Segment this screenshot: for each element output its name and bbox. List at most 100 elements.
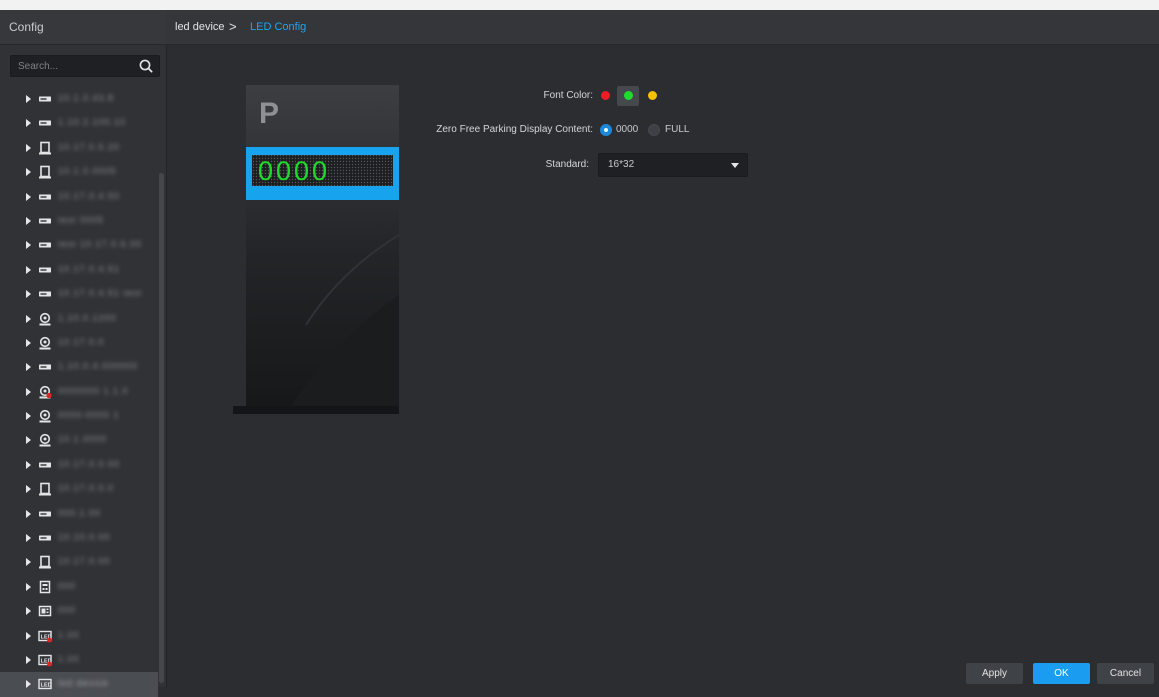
expand-arrow-icon[interactable] <box>26 241 31 250</box>
tree-node-label: 10.17.0.5.20 <box>58 141 121 152</box>
camera-icon <box>38 433 52 447</box>
access-controller-icon <box>38 555 52 569</box>
zero-free-option-0000[interactable]: 0000 <box>616 124 638 135</box>
tree-node[interactable]: LED 1.00 <box>0 648 158 672</box>
tree-node[interactable]: 10.1.0.43.8 <box>0 87 158 111</box>
breadcrumb-current: LED Config <box>250 21 307 33</box>
sidebar: Config 10.1.0.43.8 1.10.2.100.10 10.17.0.5… <box>0 10 167 697</box>
expand-arrow-icon[interactable] <box>26 607 31 616</box>
tree-node[interactable]: 10.17.0.0.0 <box>0 477 158 501</box>
font-color-red[interactable] <box>601 91 610 100</box>
tree-node-label: 0000-0000 1 <box>58 410 120 421</box>
led-offline-icon: LED <box>38 653 52 667</box>
tree-node[interactable]: 1.10.0.1200 <box>0 307 158 331</box>
tree-node-label: 000 <box>58 580 77 591</box>
expand-arrow-icon[interactable] <box>26 168 31 177</box>
zero-free-radio-full[interactable] <box>648 124 660 136</box>
tree-node-label: 10.17.0.00 <box>58 556 111 567</box>
expand-arrow-icon[interactable] <box>26 363 31 372</box>
breadcrumb-parent[interactable]: led device <box>175 21 225 33</box>
tree-node[interactable]: 1.10.0.4.000000 <box>0 355 158 379</box>
tree-node[interactable]: test 0005 <box>0 209 158 233</box>
tree-node[interactable]: test 10.17.0.6.00 <box>0 233 158 257</box>
tree-node-label: 10.17.0.4.50 <box>58 190 121 201</box>
sidebar-scrollbar[interactable] <box>159 173 164 683</box>
tree-node-label: 0000000 1.1.0 <box>58 385 129 396</box>
expand-arrow-icon[interactable] <box>26 412 31 421</box>
nvr-device-icon <box>38 287 52 301</box>
expand-arrow-icon[interactable] <box>26 192 31 201</box>
tree-node[interactable]: 0000000 1.1.0 <box>0 380 158 404</box>
tree-node[interactable]: 10.17.0.4.51 test <box>0 282 158 306</box>
tree-node[interactable]: 0000-0000 1 <box>0 404 158 428</box>
tree-node[interactable]: 000 <box>0 599 158 623</box>
chevron-down-icon <box>731 163 739 168</box>
camera-icon <box>38 336 52 350</box>
tree-node[interactable]: 10.17.0.4.50 <box>0 185 158 209</box>
tree-node[interactable]: 10.1.0000 <box>0 428 158 452</box>
zero-free-label: Zero Free Parking Display Content: <box>436 124 593 135</box>
tree-node[interactable]: 000.1.00 <box>0 502 158 526</box>
zero-free-option-full[interactable]: FULL <box>665 124 689 135</box>
expand-arrow-icon[interactable] <box>26 485 31 494</box>
expand-arrow-icon[interactable] <box>26 216 31 225</box>
tree-node[interactable]: 10.17.0.4.51 <box>0 258 158 282</box>
sidebar-title: Config <box>9 20 44 34</box>
breadcrumb-separator: > <box>229 19 237 34</box>
tree-node-label: 10.17.0.0.0 <box>58 483 115 494</box>
standard-select[interactable]: 16*32 <box>598 153 748 177</box>
font-color-green[interactable] <box>624 91 633 100</box>
access-controller-icon <box>38 482 52 496</box>
cancel-button[interactable]: Cancel <box>1097 663 1154 684</box>
tree-node-label: 000.1.00 <box>58 507 102 518</box>
nvr-device-icon <box>38 92 52 106</box>
expand-arrow-icon[interactable] <box>26 314 31 323</box>
apply-button[interactable]: Apply <box>966 663 1023 684</box>
tree-node[interactable]: 10.17.0.00 <box>0 550 158 574</box>
tree-node-label: 000 <box>58 605 77 616</box>
expand-arrow-icon[interactable] <box>26 655 31 664</box>
nvr-device-icon <box>38 531 52 545</box>
tree-node-label: test 10.17.0.6.00 <box>58 239 143 250</box>
led-offline-icon: LED <box>38 629 52 643</box>
ok-button[interactable]: OK <box>1033 663 1090 684</box>
expand-arrow-icon[interactable] <box>26 558 31 567</box>
expand-arrow-icon[interactable] <box>26 534 31 543</box>
tree-node-label: 10.10.0.00 <box>58 532 111 543</box>
tree-node[interactable]: LED led device <box>0 672 158 697</box>
expand-arrow-icon[interactable] <box>26 436 31 445</box>
expand-arrow-icon[interactable] <box>26 338 31 347</box>
search-input[interactable] <box>11 56 133 76</box>
expand-arrow-icon[interactable] <box>26 290 31 299</box>
nvr-device-icon <box>38 263 52 277</box>
expand-arrow-icon[interactable] <box>26 387 31 396</box>
standard-label: Standard: <box>545 159 589 170</box>
tree-node[interactable]: 1.10.2.100.10 <box>0 111 158 135</box>
tree-node[interactable]: 10.10.0.00 <box>0 526 158 550</box>
tree-node[interactable]: 10.17.0.0.00 <box>0 453 158 477</box>
expand-arrow-icon[interactable] <box>26 119 31 128</box>
search-icon[interactable] <box>138 58 154 74</box>
expand-arrow-icon[interactable] <box>26 143 31 152</box>
expand-arrow-icon[interactable] <box>26 680 31 689</box>
tree-node-label: 1.00 <box>58 653 80 664</box>
led-sign-preview: P 0000 <box>246 85 399 414</box>
tree-node[interactable]: LED 1.00 <box>0 624 158 648</box>
camera-icon <box>38 312 52 326</box>
zero-free-radio-0000[interactable] <box>600 124 612 136</box>
font-color-yellow[interactable] <box>648 91 657 100</box>
tree-node[interactable]: 10.1.0.0005 <box>0 160 158 184</box>
nvr-device-icon <box>38 238 52 252</box>
tree-node[interactable]: 000 <box>0 575 158 599</box>
expand-arrow-icon[interactable] <box>26 509 31 518</box>
expand-arrow-icon[interactable] <box>26 460 31 469</box>
expand-arrow-icon[interactable] <box>26 631 31 640</box>
expand-arrow-icon[interactable] <box>26 95 31 103</box>
expand-arrow-icon[interactable] <box>26 582 31 591</box>
nvr-device-icon <box>38 458 52 472</box>
tree-node-label: 10.17.0.4.51 <box>58 263 121 274</box>
device-tree: 10.1.0.43.8 1.10.2.100.10 10.17.0.5.20 10.1… <box>0 87 158 697</box>
tree-node[interactable]: 10.17.0.5.20 <box>0 136 158 160</box>
tree-node[interactable]: 10.17.0.0 <box>0 331 158 355</box>
expand-arrow-icon[interactable] <box>26 265 31 274</box>
